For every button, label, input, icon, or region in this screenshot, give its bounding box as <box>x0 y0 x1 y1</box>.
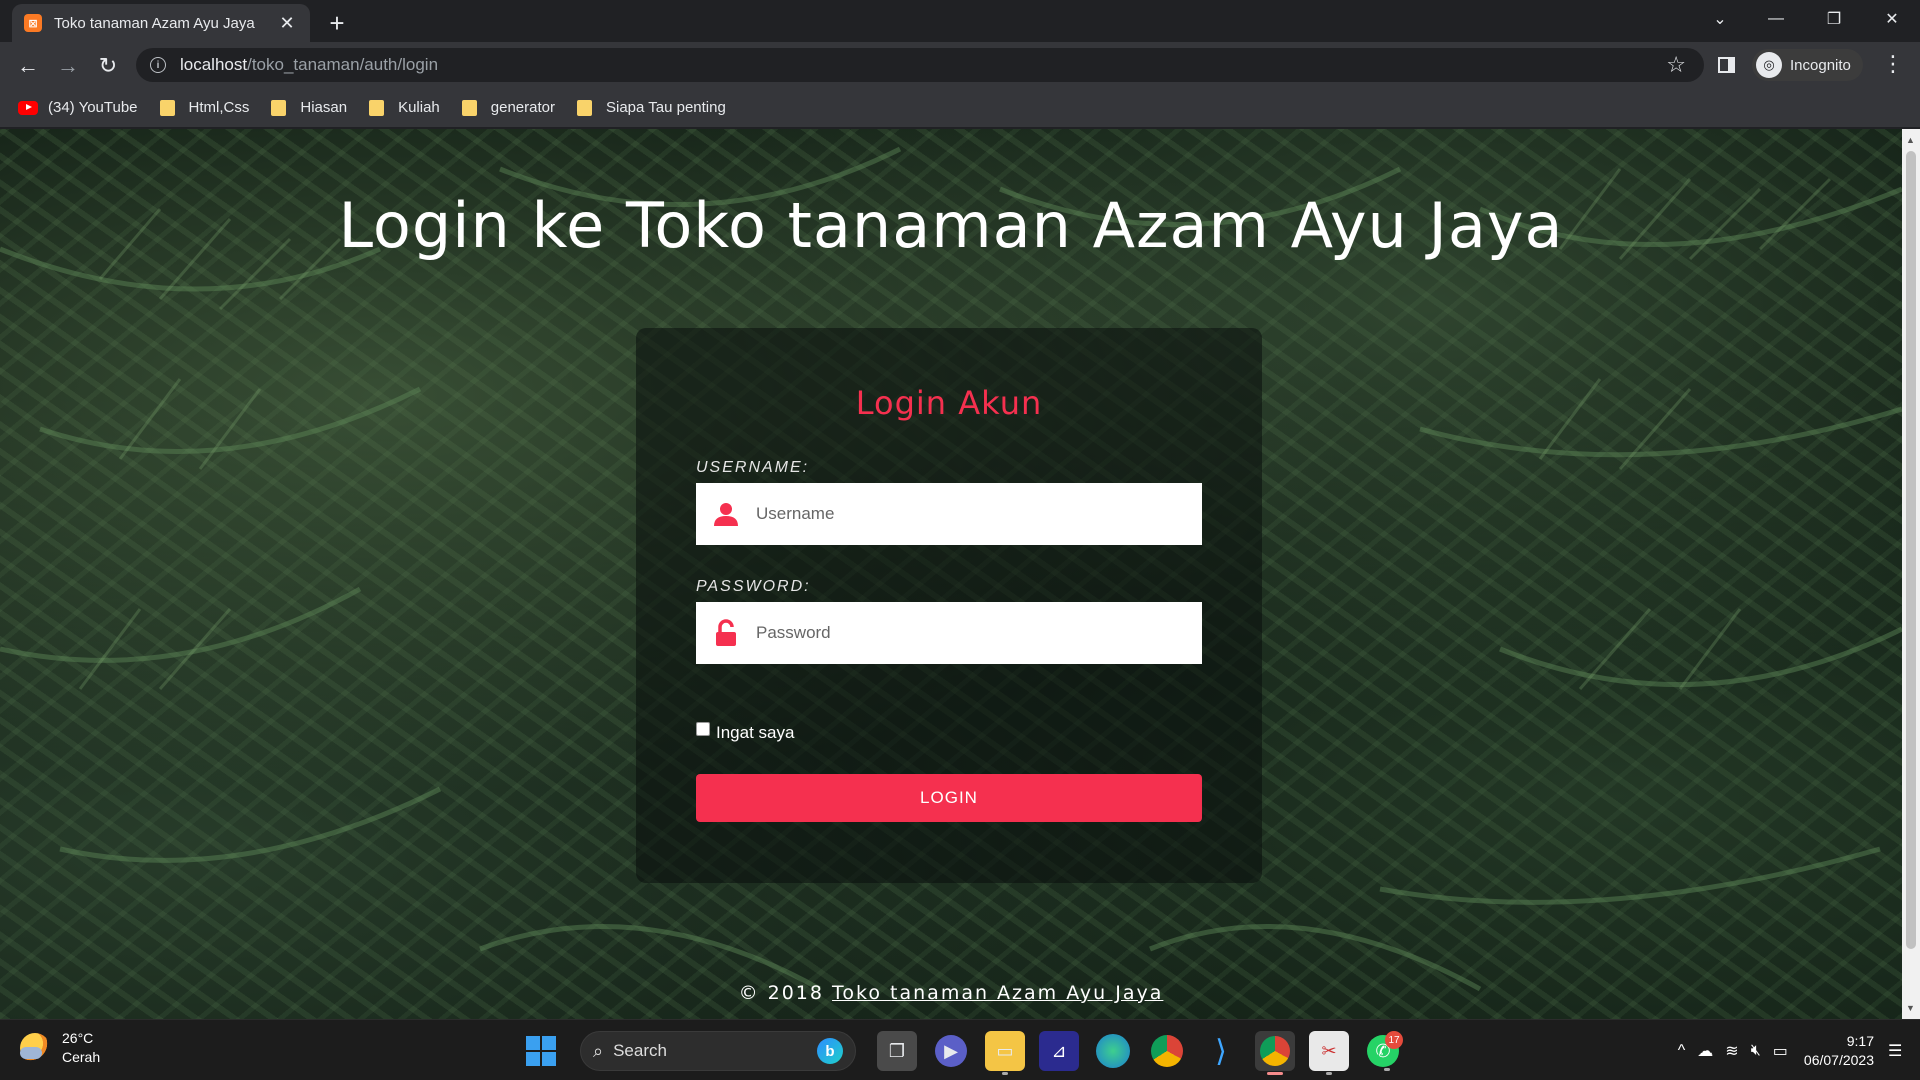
bookmark-folder-siapa-tau-penting[interactable]: Siapa Tau penting <box>576 99 726 116</box>
username-label: USERNAME: <box>696 459 810 476</box>
incognito-icon: ◎ <box>1756 52 1782 78</box>
whatsapp-badge: 17 <box>1385 1031 1403 1049</box>
password-label: PASSWORD: <box>696 578 811 595</box>
scroll-down-arrow-icon[interactable]: ▼ <box>1906 1003 1915 1013</box>
remember-label: Ingat saya <box>716 723 795 742</box>
teams-chat-icon[interactable]: ▶ <box>935 1035 967 1067</box>
footer-copyright: © 2018 <box>738 982 824 1004</box>
folder-icon <box>159 99 175 116</box>
search-icon: ⌕ <box>593 1040 604 1061</box>
folder-icon <box>576 99 592 116</box>
incognito-profile[interactable]: ◎ Incognito <box>1752 49 1863 81</box>
new-tab-icon[interactable]: + <box>322 8 352 38</box>
password-field[interactable] <box>696 602 1202 664</box>
snipping-tool-icon[interactable]: ✂ <box>1309 1031 1349 1075</box>
weather-widget[interactable]: 26°C Cerah <box>20 1029 100 1067</box>
reload-icon[interactable]: ↻ <box>92 50 124 82</box>
bookmark-folder-hiasan[interactable]: Hiasan <box>271 99 347 116</box>
tab-search-chevron-icon[interactable]: ⌄ <box>1692 0 1748 38</box>
forward-icon[interactable]: → <box>52 50 84 82</box>
taskbar-search[interactable]: ⌕ Search b <box>580 1031 856 1071</box>
restore-icon[interactable]: ❐ <box>1806 0 1862 38</box>
clock-date: 06/07/2023 <box>1803 1051 1874 1068</box>
unlock-icon <box>696 619 756 647</box>
remember-checkbox[interactable] <box>696 722 710 736</box>
password-input[interactable] <box>756 623 1176 643</box>
username-input[interactable] <box>756 504 1176 524</box>
system-tray: ^ ☁ ≋ 🔇︎ ▭ 9:17 06/07/2023 ☰ <box>1672 1020 1920 1080</box>
whatsapp-icon[interactable]: ✆ 17 <box>1367 1031 1403 1071</box>
taskbar-apps: ⌕ Search b ❐ ▶ ▭ ⊿ ⟩ ✂ ✆ 17 <box>526 1029 1410 1075</box>
scrollbar-thumb[interactable] <box>1906 151 1916 949</box>
url-text[interactable]: localhost/toko_tanaman/auth/login <box>180 55 438 75</box>
onedrive-cloud-icon[interactable]: ☁ <box>1697 1041 1713 1061</box>
close-tab-icon[interactable]: ✕ <box>276 12 298 34</box>
page-heading: Login ke Toko tanaman Azam Ayu Jaya <box>338 189 1564 262</box>
vscode-icon[interactable]: ⟩ <box>1201 1031 1241 1071</box>
side-panel-icon[interactable] <box>1718 57 1735 73</box>
close-window-icon[interactable]: ✕ <box>1864 0 1920 38</box>
bing-icon[interactable]: b <box>817 1038 843 1064</box>
bookmark-star-icon[interactable]: ☆ <box>1666 52 1686 78</box>
edge-icon[interactable] <box>1096 1034 1130 1068</box>
remember-me[interactable]: Ingat saya <box>696 722 795 743</box>
clock-time: 9:17 <box>1846 1032 1874 1049</box>
folder-icon <box>271 99 287 116</box>
taskbar-clock[interactable]: 9:17 06/07/2023 <box>1804 1032 1874 1070</box>
chrome-incognito-active-icon[interactable] <box>1255 1031 1295 1075</box>
browser-toolbar: ← → ↻ i localhost/toko_tanaman/auth/logi… <box>0 42 1920 88</box>
wifi-icon[interactable]: ≋ <box>1725 1041 1738 1061</box>
tab-strip: ⊠ Toko tanaman Azam Ayu Jaya ✕ + ⌄ — ❐ ✕ <box>0 0 1920 42</box>
page-viewport: Login ke Toko tanaman Azam Ayu Jaya Logi… <box>0 129 1902 1019</box>
bookmark-folder-html-css[interactable]: Html,Css <box>159 99 249 116</box>
back-icon[interactable]: ← <box>12 50 44 82</box>
card-title: Login Akun <box>855 384 1043 422</box>
weather-condition: Cerah <box>62 1049 101 1065</box>
windows-start-icon[interactable] <box>526 1036 556 1066</box>
weather-moon-cloud-icon <box>20 1033 50 1063</box>
tab-title: Toko tanaman Azam Ayu Jaya <box>54 14 255 32</box>
file-explorer-icon[interactable]: ▭ <box>985 1031 1025 1075</box>
xampp-favicon-icon: ⊠ <box>24 14 42 32</box>
browser-tab[interactable]: ⊠ Toko tanaman Azam Ayu Jaya ✕ <box>12 4 310 42</box>
user-icon <box>696 501 756 527</box>
scroll-up-arrow-icon[interactable]: ▲ <box>1906 135 1915 145</box>
folder-icon <box>369 99 385 116</box>
folder-icon <box>461 99 477 116</box>
task-view-icon[interactable]: ❐ <box>877 1031 917 1071</box>
youtube-icon <box>18 100 38 115</box>
login-button[interactable]: LOGIN <box>696 774 1202 822</box>
windows-taskbar: 26°C Cerah ⌕ Search b ❐ ▶ ▭ ⊿ ⟩ ✂ ✆ 17 ^ … <box>0 1019 1920 1080</box>
weather-temperature: 26°C <box>62 1030 94 1046</box>
bookmarks-bar: (34) YouTube Html,Css Hiasan Kuliah gene… <box>0 88 1920 128</box>
address-bar[interactable]: i localhost/toko_tanaman/auth/login ☆ <box>136 48 1704 82</box>
page-scrollbar[interactable]: ▲ ▼ <box>1902 129 1920 1019</box>
show-hidden-icons-chevron-icon[interactable]: ^ <box>1678 1042 1686 1060</box>
notification-icon[interactable]: ☰ <box>1888 1041 1908 1061</box>
bookmark-youtube[interactable]: (34) YouTube <box>18 99 138 116</box>
bookmark-folder-generator[interactable]: generator <box>461 99 555 116</box>
footer: © 2018 Toko tanaman Azam Ayu Jaya <box>0 982 1902 1004</box>
minimize-icon[interactable]: — <box>1748 0 1804 38</box>
login-card: Login Akun USERNAME: PASSWORD: Ingat say… <box>636 328 1262 883</box>
bookmark-folder-kuliah[interactable]: Kuliah <box>369 99 440 116</box>
username-field[interactable] <box>696 483 1202 545</box>
battery-icon[interactable]: ▭ <box>1773 1041 1788 1061</box>
volume-muted-icon[interactable]: 🔇︎ <box>1751 1042 1761 1060</box>
visual-studio-icon[interactable]: ⊿ <box>1039 1031 1079 1071</box>
chrome-icon[interactable] <box>1151 1035 1183 1067</box>
site-info-icon[interactable]: i <box>150 57 166 73</box>
menu-kebab-icon[interactable]: ⋮ <box>1882 53 1904 75</box>
footer-link[interactable]: Toko tanaman Azam Ayu Jaya <box>832 982 1163 1004</box>
